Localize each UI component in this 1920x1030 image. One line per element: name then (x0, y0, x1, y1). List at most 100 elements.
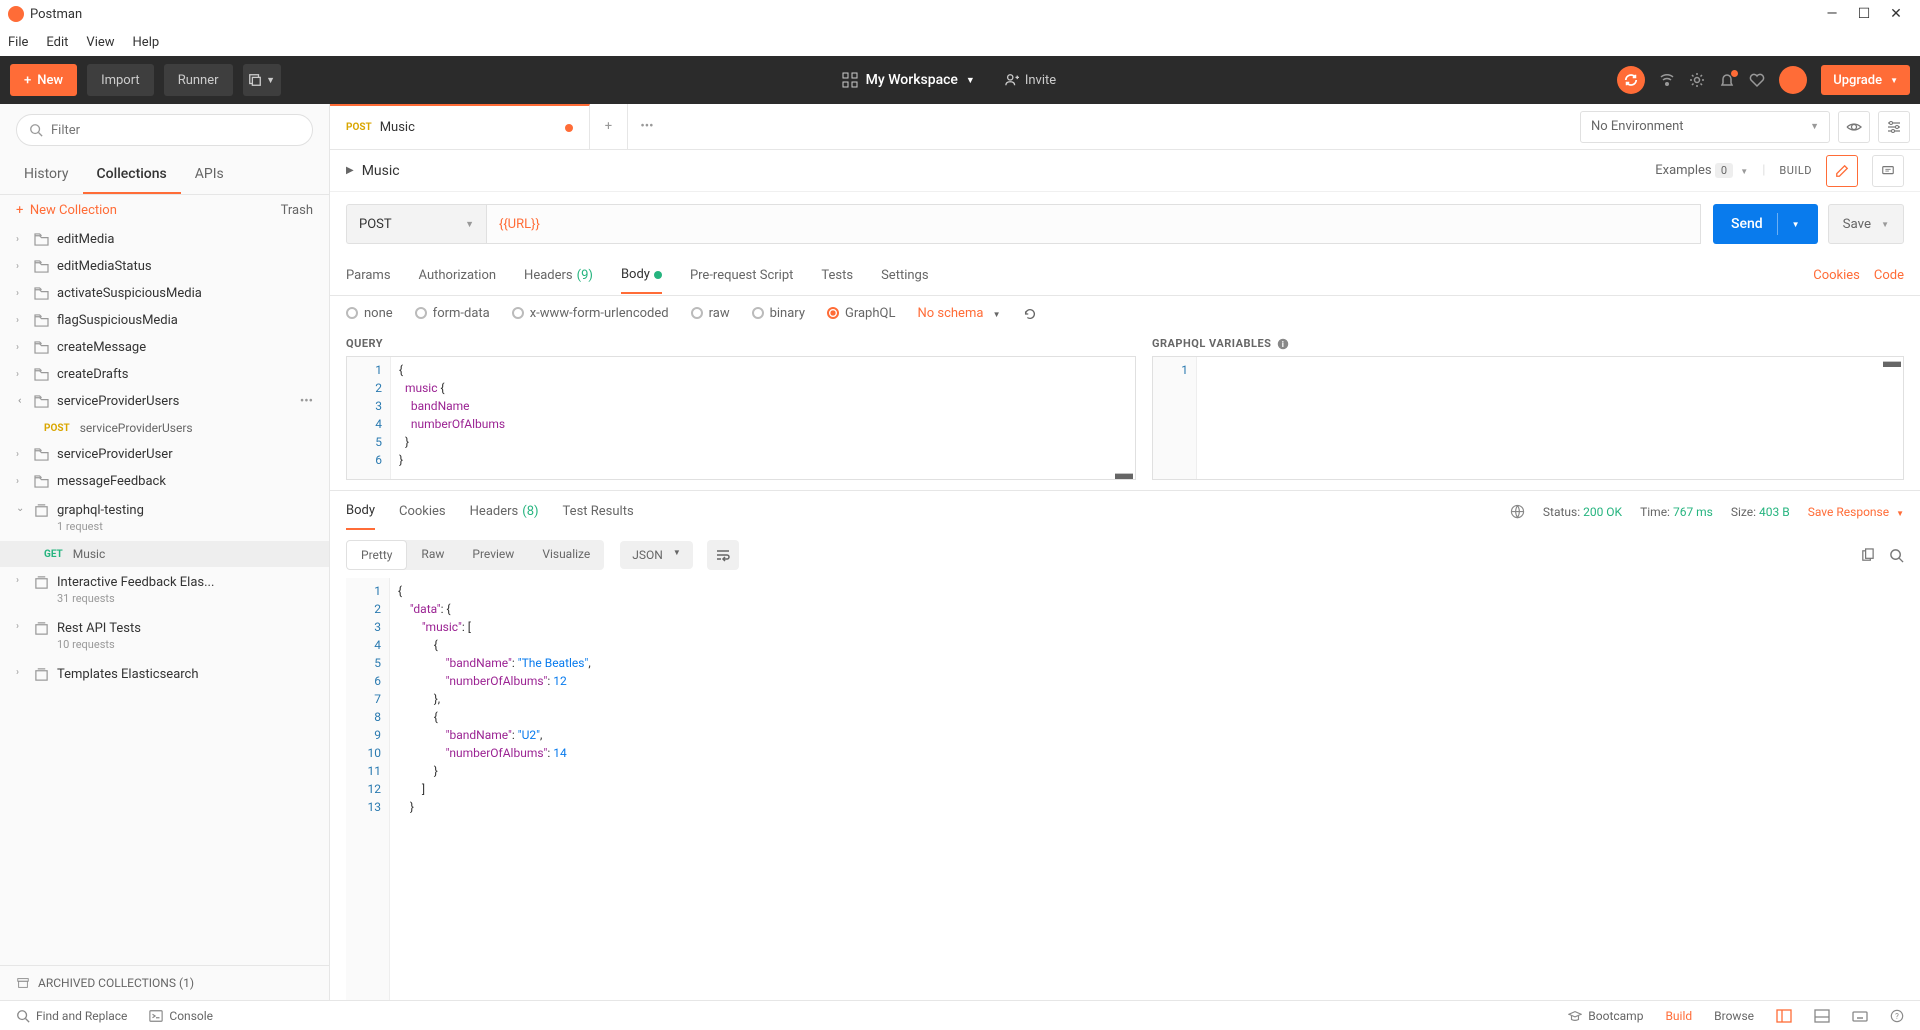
collection-item[interactable]: ›Interactive Feedback Elas...31 requests (0, 567, 329, 613)
cookies-link[interactable]: Cookies (1813, 268, 1860, 283)
subtab-tests[interactable]: Tests (821, 258, 853, 293)
subtab-settings[interactable]: Settings (881, 258, 928, 293)
menu-edit[interactable]: Edit (46, 35, 68, 50)
bodytype-binary[interactable]: binary (752, 306, 805, 321)
graphql-variables-editor[interactable]: 1 ▬ (1152, 356, 1904, 480)
resp-tab-body[interactable]: Body (346, 493, 375, 530)
folder-item[interactable]: ›createDrafts (0, 361, 329, 388)
folder-item[interactable]: ›editMedia (0, 226, 329, 253)
keyboard-shortcuts-button[interactable] (1852, 1009, 1868, 1023)
bootcamp-button[interactable]: Bootcamp (1568, 1009, 1643, 1023)
tab-options-button[interactable]: ••• (628, 104, 666, 149)
folder-menu-icon[interactable]: ••• (300, 394, 313, 409)
tab-collections[interactable]: Collections (83, 156, 181, 194)
request-name[interactable]: Music (362, 163, 400, 179)
environment-quicklook-button[interactable] (1838, 111, 1870, 143)
refresh-schema-button[interactable] (1023, 307, 1037, 321)
examples-dropdown[interactable]: Examples 0 ▼ (1655, 163, 1748, 178)
layout-two-pane-button[interactable] (1776, 1009, 1792, 1023)
folder-item[interactable]: ›editMediaStatus (0, 253, 329, 280)
tab-history[interactable]: History (10, 156, 83, 194)
edit-button[interactable] (1826, 155, 1858, 187)
comment-button[interactable] (1872, 155, 1904, 187)
save-response-button[interactable]: Save Response ▼ (1808, 505, 1904, 519)
filter-input-wrapper[interactable] (16, 114, 313, 146)
notifications-button[interactable] (1719, 72, 1735, 88)
folder-item[interactable]: ›createMessage (0, 334, 329, 361)
view-raw[interactable]: Raw (407, 540, 458, 570)
build-mode-button[interactable]: Build (1665, 1009, 1692, 1023)
view-preview[interactable]: Preview (458, 540, 528, 570)
trash-button[interactable]: Trash (281, 203, 313, 218)
resp-tab-headers[interactable]: Headers (8) (470, 494, 539, 529)
folder-item[interactable]: ⌄serviceProviderUsers••• (0, 388, 329, 415)
window-close-icon[interactable]: ✕ (1880, 6, 1912, 22)
tab-apis[interactable]: APIs (181, 156, 238, 194)
subtab-headers[interactable]: Headers (9) (524, 258, 593, 293)
format-selector[interactable]: JSON ▼ (620, 541, 692, 569)
settings-button[interactable] (1689, 72, 1705, 88)
window-maximize-icon[interactable]: ☐ (1848, 6, 1880, 22)
user-avatar[interactable] (1779, 66, 1807, 94)
network-info-button[interactable] (1510, 504, 1525, 519)
response-body[interactable]: 12345678910111213 { "data": { "music": [… (330, 578, 1920, 1000)
subtab-params[interactable]: Params (346, 258, 391, 293)
url-input[interactable]: {{URL}} (486, 204, 1701, 244)
layout-bottom-pane-button[interactable] (1814, 1009, 1830, 1023)
schema-selector[interactable]: No schema ▼ (917, 306, 1000, 321)
window-minimize-icon[interactable]: — (1816, 6, 1848, 22)
view-visualize[interactable]: Visualize (528, 540, 604, 570)
expand-toggle-icon[interactable]: ▶ (346, 165, 354, 176)
graphql-query-editor[interactable]: 123456 { music { bandName numberOfAlbums… (346, 356, 1136, 480)
subtab-authorization[interactable]: Authorization (419, 258, 497, 293)
help-button[interactable]: ? (1890, 1009, 1904, 1023)
build-label[interactable]: BUILD (1779, 164, 1812, 177)
console-button[interactable]: Console (149, 1009, 213, 1023)
import-button[interactable]: Import (87, 64, 154, 96)
send-button[interactable]: Send ▼ (1713, 204, 1818, 244)
collection-item[interactable]: ›Rest API Tests10 requests (0, 613, 329, 659)
filter-input[interactable] (51, 123, 300, 138)
environment-selector[interactable]: No Environment ▼ (1580, 111, 1830, 143)
subtab-body[interactable]: Body (621, 257, 662, 294)
folder-item[interactable]: ›activateSuspiciousMedia (0, 280, 329, 307)
favorite-button[interactable] (1749, 72, 1765, 88)
open-new-window-button[interactable]: ▼ (243, 64, 281, 96)
method-selector[interactable]: POST ▼ (346, 204, 486, 244)
folder-item[interactable]: ›flagSuspiciousMedia (0, 307, 329, 334)
resp-tab-cookies[interactable]: Cookies (399, 494, 446, 529)
wrap-lines-button[interactable] (707, 540, 739, 570)
folder-item[interactable]: ›messageFeedback (0, 468, 329, 495)
find-replace-button[interactable]: Find and Replace (16, 1009, 127, 1023)
resp-tab-testresults[interactable]: Test Results (563, 494, 634, 529)
bodytype-raw[interactable]: raw (691, 306, 730, 321)
collection-item[interactable]: ⌄graphql-testing1 request (0, 495, 329, 541)
menu-file[interactable]: File (8, 35, 28, 50)
menu-view[interactable]: View (86, 35, 114, 50)
code-link[interactable]: Code (1874, 268, 1904, 283)
copy-response-button[interactable] (1860, 548, 1875, 563)
new-tab-button[interactable]: + (590, 104, 628, 149)
workspace-selector[interactable]: My Workspace ▼ (842, 72, 975, 88)
runner-button[interactable]: Runner (164, 64, 233, 96)
new-collection-button[interactable]: + New Collection (16, 203, 117, 218)
subtab-prerequest[interactable]: Pre-request Script (690, 258, 793, 293)
request-tab[interactable]: POST Music (330, 104, 590, 149)
bodytype-graphql[interactable]: GraphQL (827, 306, 895, 321)
search-response-button[interactable] (1889, 548, 1904, 563)
browse-mode-button[interactable]: Browse (1714, 1009, 1754, 1023)
archived-collections[interactable]: ARCHIVED COLLECTIONS (1) (0, 965, 329, 1000)
save-button[interactable]: Save ▼ (1828, 204, 1904, 244)
menu-help[interactable]: Help (133, 35, 160, 50)
sync-button[interactable] (1617, 66, 1645, 94)
bodytype-urlencoded[interactable]: x-www-form-urlencoded (512, 306, 669, 321)
folder-item[interactable]: ›serviceProviderUser (0, 441, 329, 468)
bodytype-none[interactable]: none (346, 306, 393, 321)
bodytype-formdata[interactable]: form-data (415, 306, 490, 321)
new-button[interactable]: + New (10, 64, 77, 96)
request-item[interactable]: GETMusic (0, 541, 329, 567)
capture-requests-button[interactable] (1659, 72, 1675, 88)
request-item[interactable]: POSTserviceProviderUsers (0, 415, 329, 441)
upgrade-button[interactable]: Upgrade ▼ (1821, 65, 1910, 95)
manage-environments-button[interactable] (1878, 111, 1910, 143)
